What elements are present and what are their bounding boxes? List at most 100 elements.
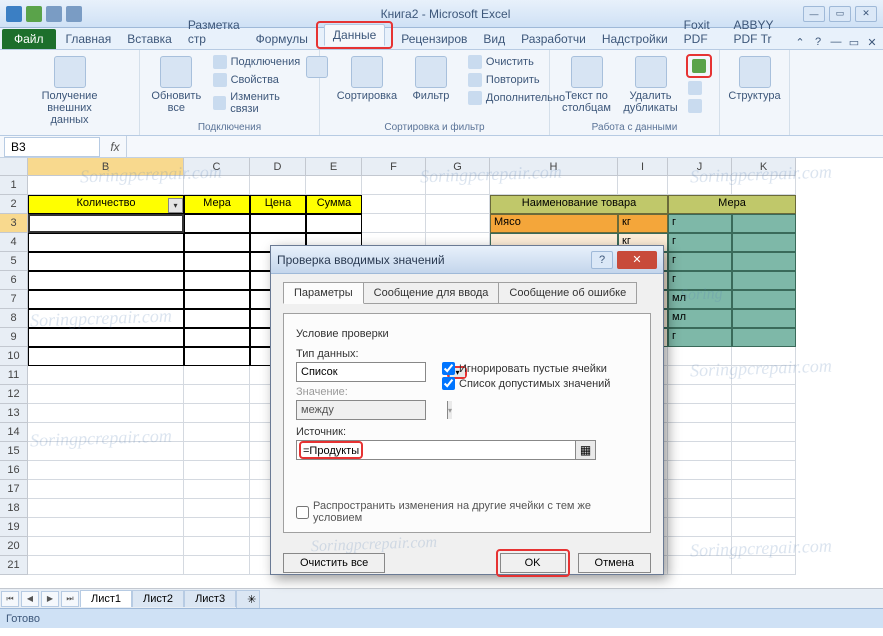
row-header[interactable]: 19 [0,518,28,537]
data-validation-button[interactable] [690,58,708,74]
col-header[interactable]: E [306,158,362,176]
tab-addins[interactable]: Надстройки [594,29,676,49]
cell[interactable] [668,404,732,423]
file-tab[interactable]: Файл [2,29,56,49]
cell[interactable] [184,271,250,290]
cell[interactable] [184,176,250,195]
allow-value[interactable] [297,366,447,378]
cell[interactable] [426,214,490,233]
cell[interactable] [668,385,732,404]
row-header[interactable]: 9 [0,328,28,347]
cell[interactable] [184,423,250,442]
ribbon-minimize-icon[interactable]: ⌃ [793,35,807,49]
redo-icon[interactable] [66,6,82,22]
cell[interactable] [668,423,732,442]
cell[interactable] [184,385,250,404]
row-header[interactable]: 16 [0,461,28,480]
cell[interactable] [28,328,184,347]
col-header[interactable]: I [618,158,668,176]
consolidate-button[interactable] [686,80,712,96]
row-header[interactable]: 10 [0,347,28,366]
mdi-restore-icon[interactable]: ▭ [847,35,861,49]
cell[interactable] [28,290,184,309]
cell[interactable] [306,176,362,195]
cell[interactable] [668,518,732,537]
cell[interactable] [184,252,250,271]
cell[interactable] [184,328,250,347]
cell[interactable]: мл [668,309,732,328]
cell[interactable] [28,252,184,271]
row-header[interactable]: 6 [0,271,28,290]
sheet-tab-2[interactable]: Лист2 [132,590,184,607]
row-header[interactable]: 12 [0,385,28,404]
row-header[interactable]: 2 [0,195,28,214]
what-if-button[interactable] [686,98,712,114]
row-header[interactable]: 14 [0,423,28,442]
cell[interactable] [184,537,250,556]
edit-links-button[interactable]: Изменить связи [211,90,311,116]
col-header[interactable]: G [426,158,490,176]
row-header[interactable]: 11 [0,366,28,385]
allow-combo[interactable]: ▾ [296,362,426,382]
range-selector-icon[interactable]: ▦ [575,441,595,459]
cell[interactable]: мл [668,290,732,309]
tab-abbyy[interactable]: ABBYY PDF Tr [726,15,793,49]
col-header[interactable]: J [668,158,732,176]
cell[interactable]: Сумма [306,195,362,214]
cell[interactable] [184,480,250,499]
cell[interactable] [28,347,184,366]
cell[interactable] [184,499,250,518]
get-external-data-button[interactable]: Получение внешних данных [41,54,99,128]
cell[interactable] [28,233,184,252]
cell[interactable] [668,537,732,556]
clear-all-button[interactable]: Очистить все [283,553,385,573]
sort-button[interactable]: Сортировка [338,54,396,104]
cell[interactable] [250,176,306,195]
cell[interactable] [184,518,250,537]
sheet-nav-last[interactable]: ⏭ [61,591,79,607]
row-header[interactable]: 1 [0,176,28,195]
cell[interactable] [362,176,426,195]
cell[interactable]: г [668,271,732,290]
in-cell-dropdown-checkbox[interactable]: Список допустимых значений [442,377,610,390]
dialog-help-button[interactable]: ? [591,251,613,269]
tab-data[interactable]: Данные [324,24,385,46]
cell[interactable] [732,442,796,461]
cell[interactable] [732,233,796,252]
remove-duplicates-button[interactable]: Удалить дубликаты [622,54,680,116]
cell[interactable]: кг [618,214,668,233]
cell[interactable] [184,366,250,385]
row-header[interactable]: 20 [0,537,28,556]
cell[interactable] [618,176,668,195]
cell[interactable]: Мера [184,195,250,214]
cell[interactable]: Цена [250,195,306,214]
tab-page-layout[interactable]: Разметка стр [180,15,248,49]
cell[interactable] [668,556,732,575]
dialog-tab-error-alert[interactable]: Сообщение об ошибке [498,282,637,304]
cell[interactable] [732,480,796,499]
row-header[interactable]: 4 [0,233,28,252]
cell[interactable]: г [668,252,732,271]
cell[interactable] [732,366,796,385]
cell[interactable] [668,347,732,366]
cell[interactable] [732,461,796,480]
dialog-close-button[interactable]: ✕ [617,251,657,269]
row-header[interactable]: 8 [0,309,28,328]
cell[interactable] [250,214,306,233]
cell[interactable] [28,423,184,442]
cell[interactable] [732,518,796,537]
cell[interactable] [28,499,184,518]
cell[interactable] [28,214,184,233]
connections-button[interactable]: Подключения [211,54,311,70]
cell[interactable] [668,442,732,461]
cell[interactable] [732,328,796,347]
save-icon[interactable] [26,6,42,22]
tab-formulas[interactable]: Формулы [248,29,316,49]
cell[interactable] [184,556,250,575]
cell[interactable] [732,252,796,271]
col-header[interactable]: K [732,158,796,176]
cell[interactable] [184,442,250,461]
cell[interactable] [184,461,250,480]
cell[interactable] [28,556,184,575]
col-header[interactable]: B [28,158,184,176]
